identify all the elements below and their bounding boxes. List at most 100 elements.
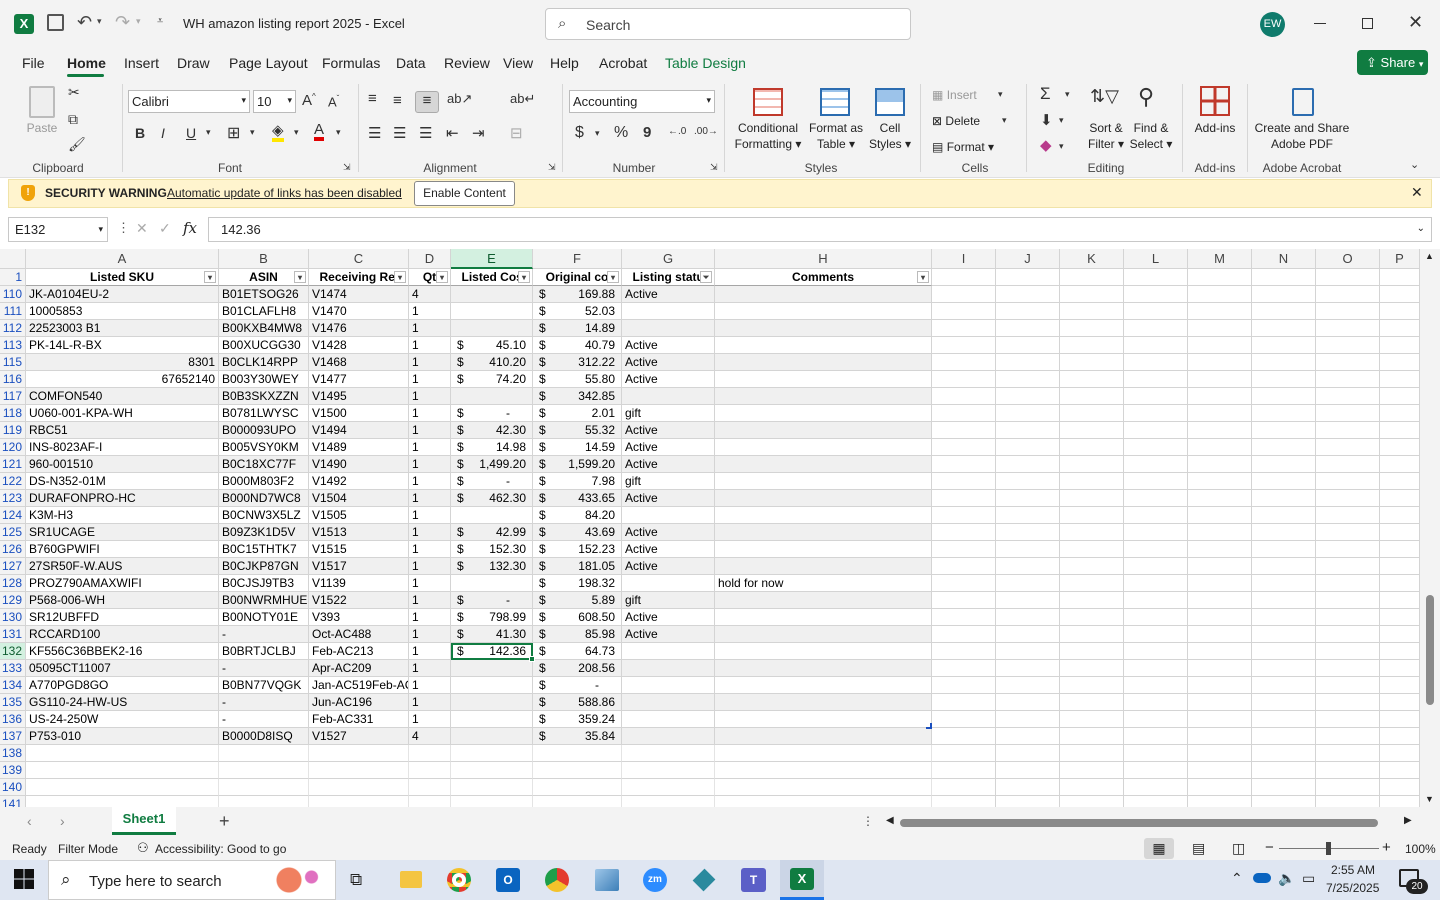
cell[interactable]: [1316, 643, 1380, 660]
cell[interactable]: [1124, 660, 1188, 677]
more-icon[interactable]: ⋮: [862, 814, 874, 828]
table-cell-comments[interactable]: [715, 405, 932, 422]
filter-dropdown-icon[interactable]: ▾: [436, 271, 448, 283]
cell[interactable]: [1060, 694, 1124, 711]
table-cell-listed-sku[interactable]: SR1UCAGE: [26, 524, 219, 541]
accessibility-icon[interactable]: ⚇: [137, 840, 149, 856]
cell[interactable]: [996, 473, 1060, 490]
chevron-down-icon[interactable]: ▾: [1002, 115, 1007, 126]
table-cell-listed-sku[interactable]: 27SR50F-W.AUS: [26, 558, 219, 575]
cell[interactable]: [309, 779, 409, 796]
tab-help[interactable]: Help: [550, 55, 579, 71]
cell[interactable]: [1188, 626, 1252, 643]
cell[interactable]: [1188, 286, 1252, 303]
horizontal-scrollbar[interactable]: ◀ ▶: [882, 812, 1418, 832]
cell[interactable]: [1124, 762, 1188, 779]
cell[interactable]: [1060, 405, 1124, 422]
table-cell-listed-sku[interactable]: 67652140: [26, 371, 219, 388]
cell[interactable]: [1188, 269, 1252, 286]
cell[interactable]: [1188, 507, 1252, 524]
cell[interactable]: [1060, 643, 1124, 660]
format-painter-icon[interactable]: 🖌: [68, 136, 86, 153]
table-cell-listed-sku[interactable]: A770PGD8GO: [26, 677, 219, 694]
table-cell-listed-cost[interactable]: [451, 303, 533, 320]
cell[interactable]: [1188, 762, 1252, 779]
table-cell-original-cost[interactable]: $55.80: [533, 371, 622, 388]
table-cell-qty[interactable]: 1: [409, 711, 451, 728]
table-cell-asin[interactable]: B0CJSJ9TB3: [219, 575, 309, 592]
tab-review[interactable]: Review: [444, 55, 490, 71]
table-cell-receiving-ref[interactable]: V1470: [309, 303, 409, 320]
comma-style-icon[interactable]: 9: [643, 124, 651, 141]
zoom-level[interactable]: 100%: [1405, 842, 1436, 856]
tab-data[interactable]: Data: [396, 55, 426, 71]
cell[interactable]: [1252, 796, 1316, 807]
cell[interactable]: [1316, 269, 1380, 286]
table-cell-listing-status[interactable]: [622, 303, 715, 320]
chevron-down-icon[interactable]: ▾: [294, 127, 299, 138]
cell[interactable]: [996, 286, 1060, 303]
table-cell-original-cost[interactable]: $208.56: [533, 660, 622, 677]
table-header-comments[interactable]: Comments ▾: [715, 269, 932, 286]
cell[interactable]: [1060, 762, 1124, 779]
cell[interactable]: [996, 507, 1060, 524]
table-cell-listed-cost[interactable]: $ -: [451, 473, 533, 490]
more-icon[interactable]: ⋮: [117, 220, 130, 236]
table-cell-listing-status[interactable]: Active: [622, 354, 715, 371]
task-view-icon[interactable]: ⧉: [350, 870, 362, 890]
cell[interactable]: [1188, 320, 1252, 337]
cell[interactable]: [1252, 303, 1316, 320]
cell[interactable]: [932, 643, 996, 660]
cell[interactable]: [1060, 473, 1124, 490]
cell[interactable]: [1124, 507, 1188, 524]
cell[interactable]: [1252, 286, 1316, 303]
table-cell-asin[interactable]: B0CLK14RPP: [219, 354, 309, 371]
cell[interactable]: [996, 728, 1060, 745]
table-cell-qty[interactable]: 1: [409, 660, 451, 677]
row-header[interactable]: 140: [0, 779, 26, 796]
cell[interactable]: [996, 575, 1060, 592]
name-box[interactable]: E132 ▾: [8, 217, 108, 242]
redo-icon[interactable]: ↷: [115, 12, 130, 33]
cell[interactable]: [1380, 524, 1420, 541]
cell[interactable]: [1316, 337, 1380, 354]
cell[interactable]: [451, 779, 533, 796]
table-cell-listed-cost[interactable]: $45.10: [451, 337, 533, 354]
clear-icon[interactable]: ◆: [1040, 136, 1052, 154]
cell[interactable]: [219, 762, 309, 779]
table-cell-qty[interactable]: 4: [409, 728, 451, 745]
table-cell-listed-sku[interactable]: 8301: [26, 354, 219, 371]
table-cell-listing-status[interactable]: [622, 694, 715, 711]
cell[interactable]: [932, 626, 996, 643]
cell[interactable]: [996, 694, 1060, 711]
cell[interactable]: [932, 388, 996, 405]
cell[interactable]: [1060, 728, 1124, 745]
cell[interactable]: [1060, 388, 1124, 405]
table-cell-qty[interactable]: 1: [409, 320, 451, 337]
chevron-up-icon[interactable]: ⌃: [1231, 870, 1243, 887]
cell[interactable]: [1188, 643, 1252, 660]
table-cell-qty[interactable]: 1: [409, 371, 451, 388]
table-cell-listing-status[interactable]: Active: [622, 422, 715, 439]
font-name-select[interactable]: Calibri ▾: [128, 90, 250, 113]
table-cell-listed-cost[interactable]: $74.20: [451, 371, 533, 388]
row-header[interactable]: 129: [0, 592, 26, 609]
cell[interactable]: [996, 354, 1060, 371]
table-cell-listing-status[interactable]: Active: [622, 609, 715, 626]
column-header-j[interactable]: J: [996, 249, 1060, 269]
table-cell-listing-status[interactable]: Active: [622, 558, 715, 575]
cell[interactable]: [1188, 371, 1252, 388]
table-cell-original-cost[interactable]: $ -: [533, 677, 622, 694]
cell[interactable]: [1316, 660, 1380, 677]
row-header[interactable]: 111: [0, 303, 26, 320]
cell[interactable]: [1316, 541, 1380, 558]
table-cell-comments[interactable]: [715, 388, 932, 405]
cell[interactable]: [1252, 592, 1316, 609]
table-cell-asin[interactable]: B0C18XC77F: [219, 456, 309, 473]
tab-draw[interactable]: Draw: [177, 55, 210, 71]
table-cell-listed-sku[interactable]: US-24-250W: [26, 711, 219, 728]
cell[interactable]: [1188, 303, 1252, 320]
excel-taskbar-icon[interactable]: X: [780, 860, 824, 900]
cell[interactable]: [1380, 592, 1420, 609]
delete-cells-button[interactable]: ⊠ Delete: [932, 113, 980, 129]
